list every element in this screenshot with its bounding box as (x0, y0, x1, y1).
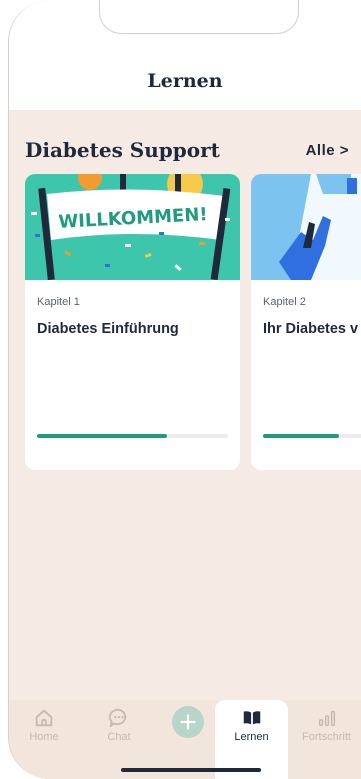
chat-icon (108, 708, 127, 728)
tab-home[interactable]: Home (9, 700, 79, 779)
course-card-chapter-1[interactable]: WILLKOMMEN! Kapitel 1 Diabetes Einführun… (25, 174, 240, 470)
card-chapter-label: Kapitel 2 (263, 296, 306, 308)
welcome-banner-illustration: WILLKOMMEN! (25, 174, 240, 280)
card-title: Ihr Diabetes v (263, 321, 359, 337)
app-header: Lernen (9, 0, 361, 110)
chapter-progress-fill (263, 434, 340, 438)
chapter-progress-fill (37, 434, 167, 438)
chapter-progress-bar (37, 434, 228, 438)
chapter-progress-bar (263, 434, 361, 438)
phone-hand-illustration (251, 174, 361, 280)
page-title: Lernen (147, 70, 223, 92)
home-indicator (121, 768, 261, 772)
device-notch (99, 0, 299, 34)
section-title: Diabetes Support (25, 138, 220, 162)
card-title: Diabetes Einführung (37, 321, 179, 337)
home-icon (35, 709, 53, 727)
tab-label: Home (29, 731, 59, 743)
chart-icon (318, 710, 335, 727)
card-chapter-label: Kapitel 1 (37, 296, 80, 308)
tab-progress[interactable]: Fortschritt (291, 700, 361, 779)
phone-screen: Lernen Diabetes Support Alle > WILLKOMME… (8, 0, 361, 779)
course-card-chapter-2[interactable]: Kapitel 2 Ihr Diabetes v (251, 174, 361, 470)
tab-label: Chat (107, 731, 131, 743)
book-icon (243, 711, 260, 725)
tab-label: Fortschritt (302, 731, 351, 743)
see-all-link[interactable]: Alle > (306, 142, 349, 159)
tab-label: Lernen (234, 731, 269, 743)
add-icon (180, 714, 196, 730)
